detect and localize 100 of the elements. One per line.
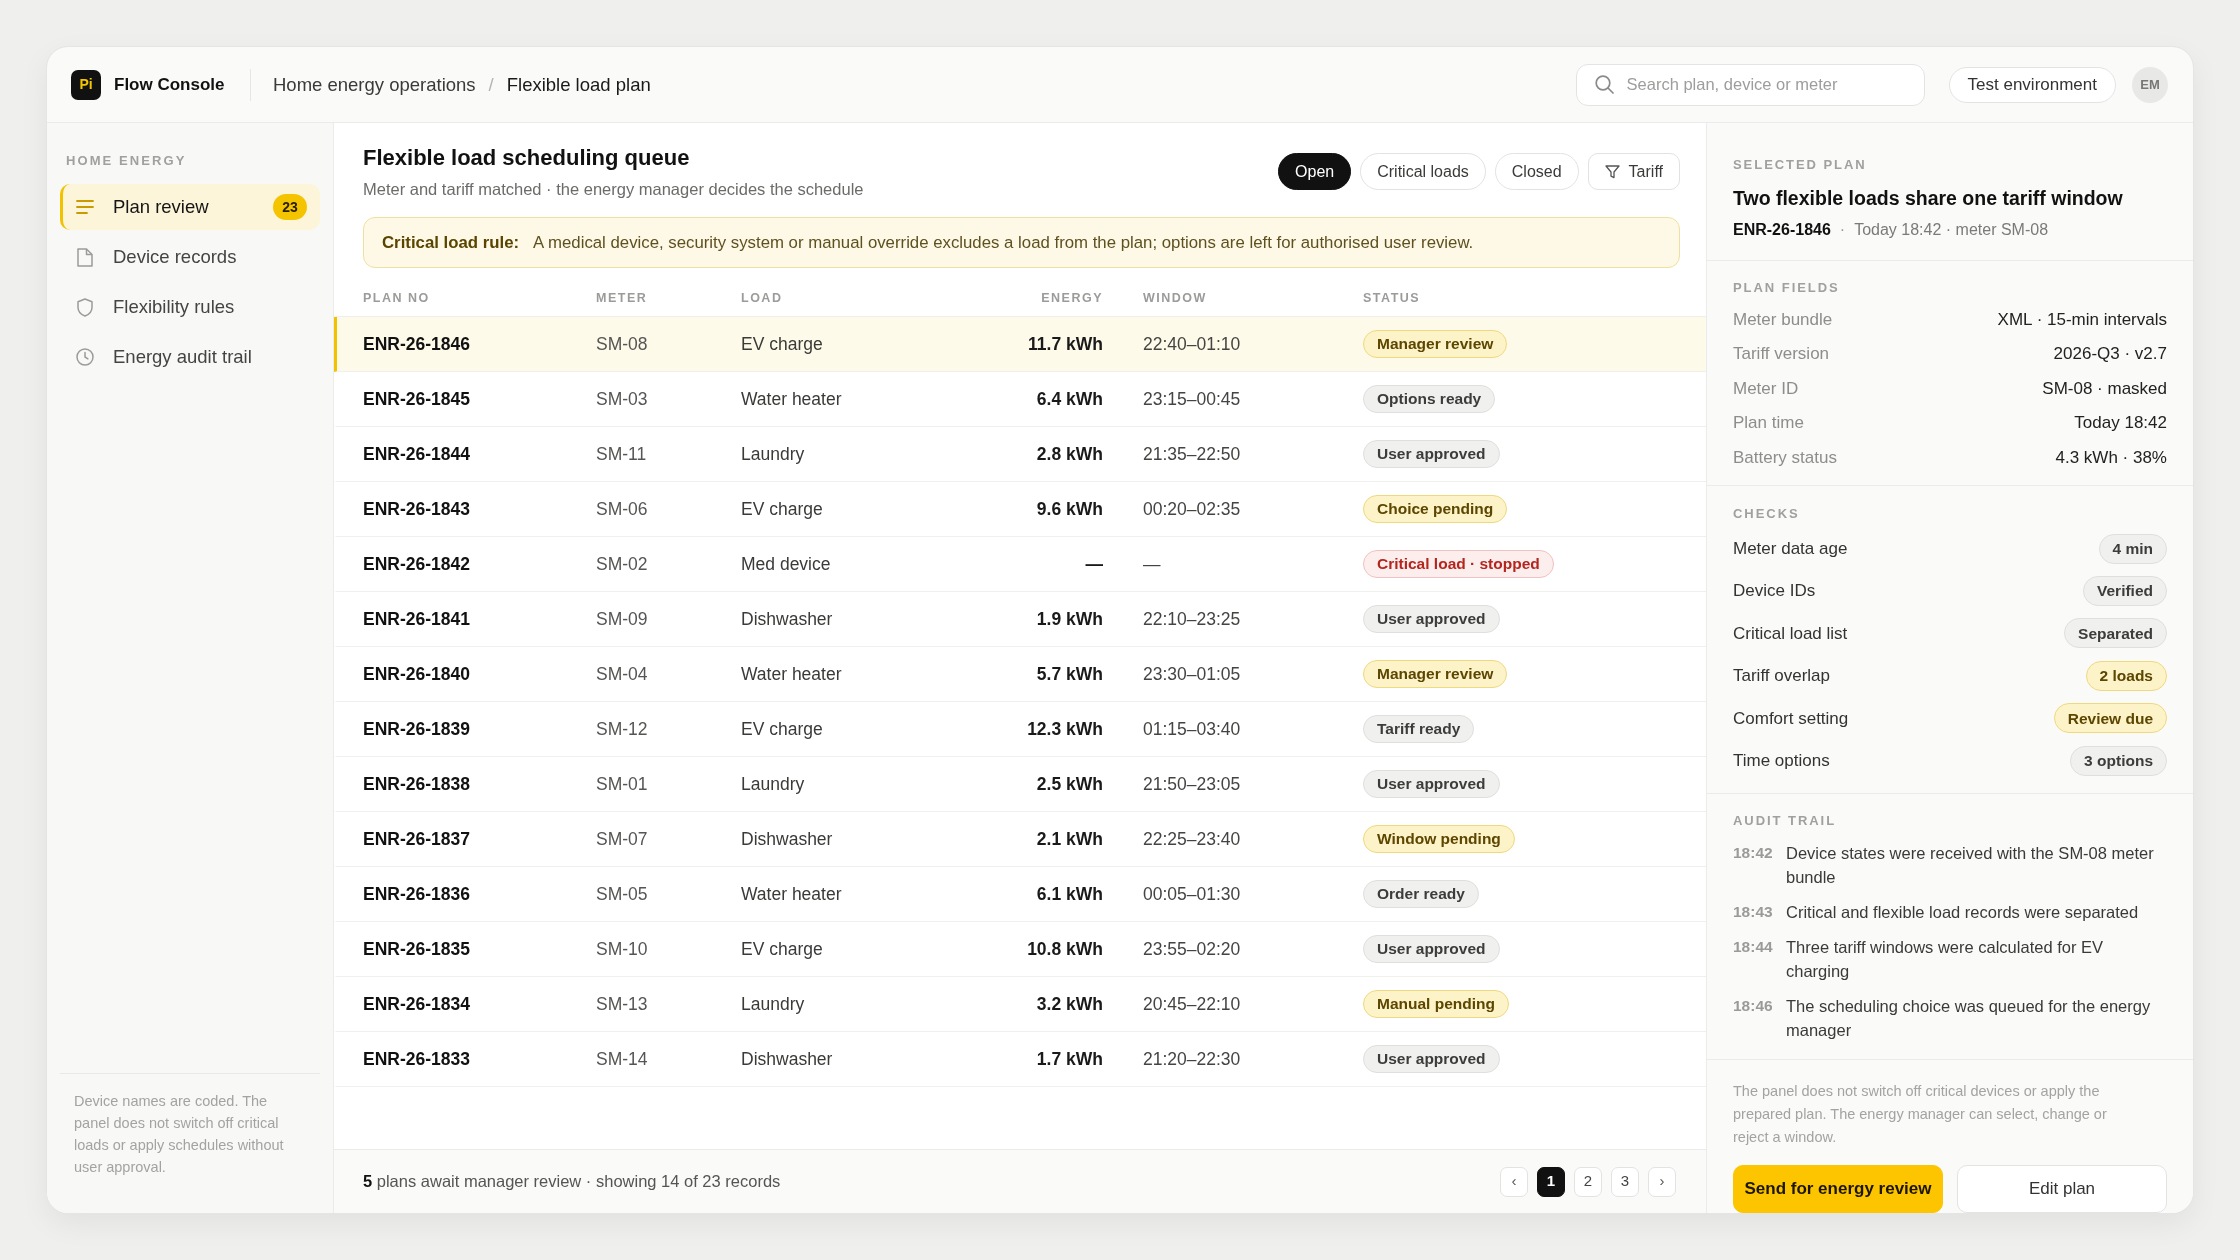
table-cell: 6.1 kWh — [1036, 883, 1103, 904]
page-button[interactable]: 3 — [1611, 1166, 1639, 1197]
field-label: Battery status — [1733, 446, 1837, 469]
page-button[interactable]: 2 — [1574, 1166, 1602, 1197]
plan-title: Two flexible loads share one tariff window — [1733, 187, 2123, 209]
audit-time: 18:46 — [1733, 996, 1773, 1014]
filter-chip[interactable]: Open — [1278, 153, 1352, 190]
status-badge: User approved — [1363, 440, 1500, 468]
submit-button[interactable]: Send for energy review — [1733, 1164, 1943, 1213]
table-cell: Laundry — [741, 773, 805, 794]
section-heading: CHECKS — [1733, 505, 1800, 521]
table-cell: 10.8 kWh — [1027, 938, 1103, 959]
table-cell: SM-03 — [596, 388, 648, 409]
table-cell: SM-04 — [596, 663, 648, 684]
table-cell: ENR-26-1842 — [363, 553, 470, 574]
section-heading: PLAN FIELDS — [1733, 280, 1840, 295]
edit-button[interactable]: Edit plan — [1957, 1164, 2167, 1213]
check-badge: 3 options — [2070, 745, 2167, 776]
table-cell: Laundry — [741, 443, 805, 464]
filter-chip[interactable]: Tariff — [1587, 153, 1680, 190]
page-button[interactable]: 1 — [1537, 1166, 1565, 1197]
status-badge: Window pending — [1363, 825, 1515, 853]
table-cell: EV charge — [741, 333, 823, 354]
table-cell: ENR-26-1844 — [363, 443, 470, 464]
filter-chip[interactable]: Closed — [1494, 153, 1579, 190]
table-cell: EV charge — [741, 938, 823, 959]
column-header: STATUS — [1363, 290, 1421, 305]
table-cell: 6.4 kWh — [1036, 388, 1103, 409]
table-cell: SM-09 — [596, 608, 648, 629]
table-cell: ENR-26-1843 — [363, 498, 470, 519]
table-cell: 00:20–02:35 — [1143, 498, 1241, 519]
table-cell: Water heater — [741, 663, 842, 684]
table-cell: 22:25–23:40 — [1143, 828, 1241, 849]
status-badge: User approved — [1363, 935, 1500, 963]
panel-note: The panel does not switch off critical devices or apply the prepared plan. The energy manager can select, change or reject a window. — [1733, 1081, 2108, 1147]
table-cell: SM-06 — [596, 498, 648, 519]
sidebar-item[interactable]: Plan review 23 — [60, 184, 320, 230]
table-cell: EV charge — [741, 718, 823, 739]
table-cell: 23:55–02:20 — [1143, 938, 1241, 959]
table-cell: SM-01 — [596, 773, 648, 794]
filter-icon — [1604, 164, 1620, 179]
search-icon — [1594, 74, 1614, 94]
field-value: SM-08 · masked — [2042, 377, 2167, 400]
notice-label: Critical load rule: — [382, 231, 520, 254]
sidebar-item[interactable]: Flexibility rules — [60, 284, 320, 330]
status-badge: Options ready — [1363, 385, 1496, 413]
check-badge: Verified — [2083, 576, 2167, 607]
column-header: PLAN NO — [363, 290, 430, 305]
notice-text: A medical device, security system or manual override excludes a load from the plan; options are left for authorised user review. — [533, 231, 1474, 254]
status-badge: User approved — [1363, 770, 1500, 798]
section-heading: SELECTED PLAN — [1733, 157, 1867, 172]
audit-text: Three tariff windows were calculated for EV charging — [1786, 936, 2104, 982]
status-badge: User approved — [1363, 1045, 1500, 1073]
user-avatar[interactable]: EM — [2132, 66, 2168, 103]
table-cell: Dishwasher — [741, 608, 833, 629]
sidebar-item[interactable]: Energy audit trail — [60, 334, 320, 380]
status-badge: Manager review — [1363, 660, 1508, 688]
table-cell: Dishwasher — [741, 828, 833, 849]
table-cell: SM-13 — [596, 993, 648, 1014]
environment-button[interactable]: Test environment — [1948, 66, 2116, 103]
table-cell: SM-11 — [596, 443, 647, 464]
table-cell: ENR-26-1846 — [363, 333, 470, 354]
sidebar-item[interactable]: Device records — [60, 234, 320, 280]
table-cell: ENR-26-1835 — [363, 938, 470, 959]
table-cell: 21:50–23:05 — [1143, 773, 1241, 794]
table-cell: ENR-26-1838 — [363, 773, 470, 794]
filter-chip[interactable]: Critical loads — [1360, 153, 1486, 190]
clock-icon — [76, 348, 94, 366]
table-cell: SM-12 — [596, 718, 648, 739]
table-cell: Dishwasher — [741, 1048, 833, 1069]
next-page-button[interactable]: › — [1648, 1166, 1676, 1197]
check-badge: Review due — [2053, 703, 2167, 734]
field-label: Tariff version — [1733, 343, 1830, 365]
audit-time: 18:43 — [1733, 902, 1773, 920]
list-icon — [76, 200, 94, 214]
table-cell: — — [1085, 553, 1103, 574]
table-cell: — — [1143, 553, 1161, 574]
table-cell: 9.6 kWh — [1036, 498, 1103, 519]
status-badge: Manual pending — [1363, 990, 1509, 1018]
table-cell: ENR-26-1837 — [363, 828, 470, 849]
previous-page-button[interactable]: ‹ — [1500, 1166, 1528, 1197]
check-label: Meter data age — [1733, 537, 1848, 560]
table-cell: ENR-26-1845 — [363, 388, 470, 409]
column-header: METER — [596, 290, 648, 305]
table-cell: 01:15–03:40 — [1143, 718, 1241, 739]
status-badge: Tariff ready — [1363, 715, 1475, 743]
plan-id: ENR-26-1846 — [1733, 220, 1831, 240]
search-field[interactable]: Search plan, device or meter — [1575, 63, 1925, 106]
section-heading: AUDIT TRAIL — [1733, 812, 1837, 828]
field-value: XML · 15-min intervals — [1997, 308, 2167, 331]
check-label: Comfort setting — [1733, 707, 1849, 730]
table-cell: 11.7 kWh — [1028, 333, 1103, 354]
breadcrumb-link[interactable]: Home energy operations — [273, 70, 476, 99]
column-header: ENERGY — [1041, 290, 1103, 305]
table-row[interactable]: ENR-26-1846 SM-08 EV charge 11.7 kWh 22:40–01:10 Manager review — [334, 317, 1706, 372]
audit-time: 18:44 — [1733, 937, 1773, 955]
check-badge: 4 min — [2098, 533, 2167, 564]
count-badge: 23 — [273, 194, 307, 220]
table-cell: 22:10–23:25 — [1143, 608, 1241, 629]
field-value: 2026-Q3 · v2.7 — [2053, 343, 2167, 365]
